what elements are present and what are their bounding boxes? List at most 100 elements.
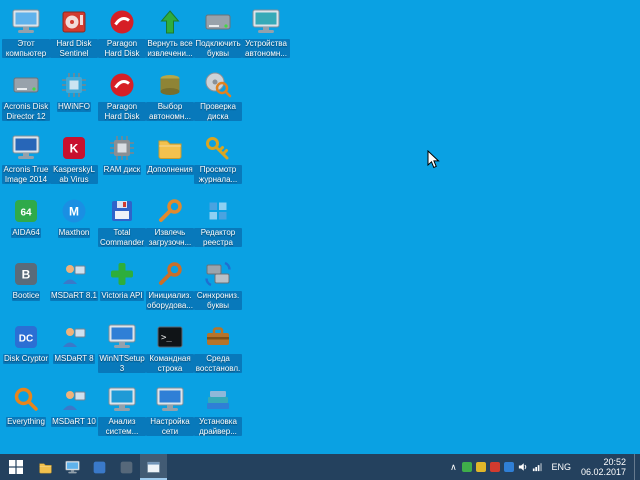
victoria-api-icon xyxy=(106,258,138,290)
desktop-icon-label: Disk Cryptor xyxy=(2,354,49,364)
desktop-icon-label: Анализ систем... xyxy=(98,417,146,436)
taskbar-item-taskbar-app-1[interactable] xyxy=(59,454,86,480)
clock-date: 06.02.2017 xyxy=(580,467,626,477)
hidden-icons-chevron[interactable]: ∧ xyxy=(446,454,460,480)
tray-app-green-glyph xyxy=(462,462,473,472)
desktop-icon-return-all-ejected[interactable]: Вернуть все извлечени... xyxy=(146,6,194,68)
taskbar-item-taskbar-app-window[interactable] xyxy=(140,454,167,480)
desktop-icon-label: KasperskyLab Virus Remo... xyxy=(50,165,98,184)
volume-icon[interactable] xyxy=(516,454,530,480)
desktop-icon-label: Acronis True Image 2014 xyxy=(2,165,50,184)
tray-app-yellow-glyph xyxy=(476,462,487,472)
bootice-icon: B xyxy=(10,258,42,290)
taskbar: ∧ ENG 20:52 06.02.2017 xyxy=(0,454,640,480)
desktop-icon-label: Проверка диска xyxy=(194,102,242,121)
additions-folder-icon xyxy=(154,132,186,164)
disk-cryptor-icon: DC xyxy=(10,321,42,353)
desktop-icon-label: Acronis Disk Director 12 xyxy=(2,102,50,121)
desktop-icon-victoria-api[interactable]: Victoria API xyxy=(98,258,146,320)
desktop-icon-ram-disk[interactable]: RAM диск xyxy=(98,132,146,194)
driver-install-icon xyxy=(202,384,234,416)
acronis-true-image-2014-icon xyxy=(10,132,42,164)
svg-text:B: B xyxy=(22,268,31,282)
desktop-icon-label: RAM диск xyxy=(102,165,142,175)
desktop-icon-mount-all-drive-letters[interactable]: Подключить буквы всех... xyxy=(194,6,242,68)
desktop-icon-label: MSDaRT 10 xyxy=(51,417,97,427)
desktop-icon-label: Инициализ. оборудова... xyxy=(146,291,194,310)
system-tray: ∧ ENG 20:52 06.02.2017 xyxy=(446,454,640,480)
windows-logo-icon xyxy=(9,460,23,474)
desktop-icon-label: Синхрониз. буквы носи... xyxy=(194,291,242,310)
tray-app-red[interactable] xyxy=(488,454,502,480)
desktop-icon-driver-install[interactable]: Установка драйвер... xyxy=(194,384,242,446)
desktop-icon-msdart-8[interactable]: MSDaRT 8 xyxy=(50,321,98,383)
taskbar-item-taskbar-app-2[interactable] xyxy=(86,454,113,480)
start-button[interactable] xyxy=(0,454,32,480)
tray-app-red-glyph xyxy=(490,462,501,472)
desktop-icon-label: Вернуть все извлечени... xyxy=(146,39,194,58)
tray-app-blue[interactable] xyxy=(502,454,516,480)
desktop-icon-hardware-init[interactable]: Инициализ. оборудова... xyxy=(146,258,194,320)
desktop-icon-disk-cryptor[interactable]: DC Disk Cryptor xyxy=(2,321,50,383)
svg-text:M: M xyxy=(69,205,79,219)
desktop-icon-paragon-hard-disk-manager[interactable]: Paragon Hard Disk Manag... xyxy=(98,6,146,68)
desktop-icon-network-settings[interactable]: Настройка сети xyxy=(146,384,194,446)
desktop-icon-label: Редактор реестра xyxy=(194,228,242,247)
winntsetup3-icon xyxy=(106,321,138,353)
show-desktop-button[interactable] xyxy=(634,454,640,480)
desktop-icon-system-analysis[interactable]: Анализ систем... xyxy=(98,384,146,446)
desktop-icon-bootice[interactable]: B Bootice xyxy=(2,258,50,320)
system-analysis-icon xyxy=(106,384,138,416)
taskbar-item-file-explorer[interactable] xyxy=(32,454,59,480)
desktop-icon-aida64[interactable]: 64 AIDA64 xyxy=(2,195,50,257)
desktop-icon-extract-boot[interactable]: Извлечь загрузочн... xyxy=(146,195,194,257)
desktop-icon-label: HWiNFO xyxy=(57,102,91,112)
desktop-icon-this-pc[interactable]: Этот компьютер xyxy=(2,6,50,68)
taskbar-clock[interactable]: 20:52 06.02.2017 xyxy=(578,457,632,477)
desktop-icon-recovery-environment[interactable]: Среда восстановл... xyxy=(194,321,242,383)
svg-text:K: K xyxy=(70,142,79,156)
desktop-icon-label: Извлечь загрузочн... xyxy=(146,228,194,247)
language-indicator[interactable]: ENG xyxy=(546,462,576,472)
desktop-icon-view-log[interactable]: Просмотр журнала... xyxy=(194,132,242,194)
desktop-icon-msdart-8-1[interactable]: MSDaRT 8.1 xyxy=(50,258,98,320)
network-icon[interactable] xyxy=(530,454,544,480)
desktop-icon-kasperskylab-virus-removal[interactable]: K KasperskyLab Virus Remo... xyxy=(50,132,98,194)
desktop-icon-check-disk[interactable]: Проверка диска xyxy=(194,69,242,131)
command-prompt-icon: >_ xyxy=(154,321,186,353)
desktop-icon-winntsetup3[interactable]: WinNTSetup3 xyxy=(98,321,146,383)
msdart-8-1-icon xyxy=(58,258,90,290)
desktop-icon-everything[interactable]: Everything xyxy=(2,384,50,446)
paragon-hard-disk-manager-2-icon xyxy=(106,69,138,101)
desktop-icon-offline-selection[interactable]: Выбор автономн... xyxy=(146,69,194,131)
svg-text:64: 64 xyxy=(20,208,32,219)
desktop-icon-label: Paragon Hard Disk Manag... xyxy=(98,102,146,121)
desktop-icon-acronis-disk-director-12[interactable]: Acronis Disk Director 12 xyxy=(2,69,50,131)
desktop-icon-command-prompt[interactable]: >_ Командная строка xyxy=(146,321,194,383)
desktop-icon-label: Victoria API xyxy=(100,291,144,301)
desktop-icon-hard-disk-sentinel[interactable]: Hard Disk Sentinel xyxy=(50,6,98,68)
desktop-icon-label: Выбор автономн... xyxy=(146,102,194,121)
desktop-icon-acronis-true-image-2014[interactable]: Acronis True Image 2014 xyxy=(2,132,50,194)
taskbar-item-taskbar-app-3[interactable] xyxy=(113,454,140,480)
desktop-icon-registry-editor[interactable]: Редактор реестра xyxy=(194,195,242,257)
desktop-icon-label: Этот компьютер xyxy=(2,39,50,58)
desktop-icon-paragon-hard-disk-manager-2[interactable]: Paragon Hard Disk Manag... xyxy=(98,69,146,131)
tray-app-blue-glyph xyxy=(504,462,515,472)
aida64-icon: 64 xyxy=(10,195,42,227)
desktop-icon-label: Bootice xyxy=(11,291,41,301)
tray-app-green[interactable] xyxy=(460,454,474,480)
mount-all-drive-letters-icon xyxy=(202,6,234,38)
desktop-icon-hwinfo[interactable]: HWiNFO xyxy=(50,69,98,131)
desktop-icon-maxthon[interactable]: M Maxthon xyxy=(50,195,98,257)
desktop-icon-label: Hard Disk Sentinel xyxy=(50,39,98,58)
everything-icon xyxy=(10,384,42,416)
desktop[interactable]: Этот компьютер Acronis Disk Director 12 Ac… xyxy=(0,0,640,454)
tray-app-yellow[interactable] xyxy=(474,454,488,480)
this-pc-icon xyxy=(10,6,42,38)
desktop-icon-offline-devices[interactable]: Устройства автономн... xyxy=(242,6,290,68)
desktop-icon-additions-folder[interactable]: Дополнения xyxy=(146,132,194,194)
desktop-icon-msdart-10[interactable]: MSDaRT 10 xyxy=(50,384,98,446)
desktop-icon-total-commander[interactable]: Total Commander xyxy=(98,195,146,257)
desktop-icon-sync-drive-letters[interactable]: Синхрониз. буквы носи... xyxy=(194,258,242,320)
